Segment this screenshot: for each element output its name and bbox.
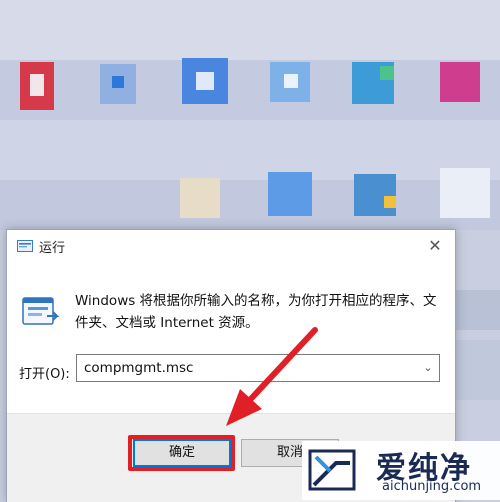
run-icon xyxy=(22,297,60,325)
desktop-icon xyxy=(440,168,490,218)
close-button[interactable]: ✕ xyxy=(415,230,455,262)
desktop-icon xyxy=(180,178,220,218)
command-input[interactable]: compmgmt.msc ⌄ xyxy=(76,354,440,382)
dropdown-arrow-icon[interactable]: ⌄ xyxy=(421,359,435,377)
desktop-icon xyxy=(268,172,312,216)
close-icon: ✕ xyxy=(428,236,442,255)
watermark: 爱纯净 aichunjing.com xyxy=(302,441,500,500)
desktop-icon xyxy=(354,174,396,216)
dialog-title: 运行 xyxy=(39,241,66,256)
command-input-value: compmgmt.msc xyxy=(84,360,194,376)
open-label: 打开(O): xyxy=(19,367,70,382)
watermark-url: aichunjing.com xyxy=(382,479,482,494)
watermark-logo xyxy=(308,449,356,491)
ok-button-highlight xyxy=(128,435,235,471)
run-app-icon xyxy=(17,240,33,252)
desktop-icon xyxy=(440,62,480,102)
title-bar[interactable]: 运行 ✕ xyxy=(7,230,455,262)
dialog-description: Windows 将根据你所输入的名称，为你打开相应的程序、文件夹、文档或 Int… xyxy=(75,293,437,331)
